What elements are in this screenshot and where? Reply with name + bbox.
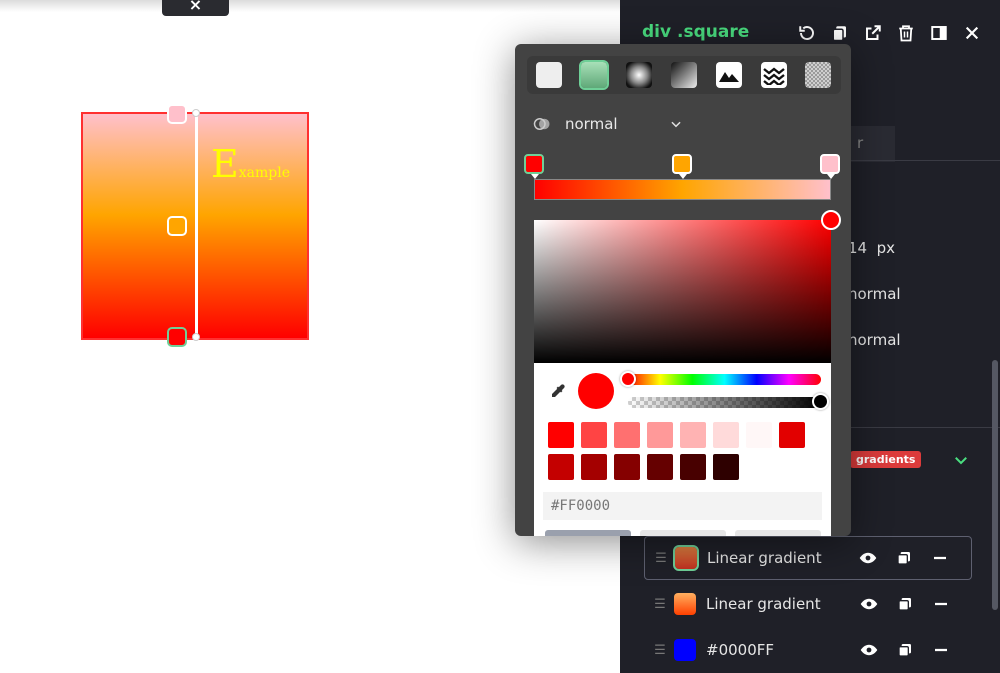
noise-fill-icon[interactable] xyxy=(805,62,832,88)
layer-swatch[interactable] xyxy=(674,593,696,615)
conic-gradient-icon[interactable] xyxy=(670,62,697,88)
hue-slider[interactable] xyxy=(628,374,821,385)
linear-gradient-icon[interactable] xyxy=(579,60,610,90)
layer-swatch[interactable] xyxy=(673,545,699,571)
preset-swatch[interactable] xyxy=(713,422,739,448)
saturation-value-area[interactable] xyxy=(534,220,831,363)
drag-handle-icon[interactable]: ☰ xyxy=(648,597,672,612)
canvas-stop-handle-orange[interactable] xyxy=(167,216,187,236)
layer-actions xyxy=(859,549,949,567)
duplicate-icon[interactable] xyxy=(895,549,913,567)
font-size-value[interactable]: 14 px xyxy=(848,239,895,257)
layer-row[interactable]: ☰ Linear gradient xyxy=(644,582,972,626)
undo-icon[interactable] xyxy=(796,22,817,43)
radial-gradient-icon[interactable] xyxy=(626,62,653,88)
saturation-value-handle[interactable] xyxy=(821,210,841,230)
picker-mode-button-3[interactable] xyxy=(735,530,821,536)
remove-icon[interactable] xyxy=(932,641,950,659)
gradients-badge: gradients xyxy=(850,451,922,468)
property-value-normal-1[interactable]: normal xyxy=(848,285,901,303)
alpha-slider[interactable] xyxy=(628,397,821,408)
preset-swatch[interactable] xyxy=(581,422,607,448)
pattern-fill-icon[interactable] xyxy=(760,62,787,88)
trash-icon[interactable] xyxy=(895,22,916,43)
gradient-line-end-dot[interactable] xyxy=(192,333,200,341)
chevron-down-icon[interactable] xyxy=(669,117,683,131)
panel-layout-icon[interactable] xyxy=(928,22,949,43)
gradient-line-start-dot[interactable] xyxy=(192,109,200,117)
eye-icon[interactable] xyxy=(860,641,878,659)
picker-mode-button-2[interactable] xyxy=(640,530,726,536)
drag-handle-icon[interactable]: ☰ xyxy=(648,643,672,658)
close-editor-tab[interactable]: × xyxy=(162,0,229,16)
layer-row[interactable]: ☰ #0000FF xyxy=(644,628,972,672)
panel-scrollbar[interactable] xyxy=(992,360,998,610)
blend-mode-value[interactable]: normal xyxy=(565,115,669,133)
gradient-stop-orange[interactable] xyxy=(672,154,692,179)
preset-swatch[interactable] xyxy=(647,422,673,448)
example-text: Example xyxy=(211,142,290,186)
hue-slider-handle[interactable] xyxy=(620,371,636,387)
preset-swatch[interactable] xyxy=(614,454,640,480)
property-value-normal-2[interactable]: normal xyxy=(848,331,901,349)
preset-swatch[interactable] xyxy=(680,422,706,448)
close-panel-icon[interactable] xyxy=(961,22,982,43)
layer-row[interactable]: ☰ Linear gradient xyxy=(644,536,972,580)
preset-swatch[interactable] xyxy=(779,422,805,448)
current-color-preview xyxy=(578,373,614,409)
example-text-big: E xyxy=(211,142,239,186)
copy-icon[interactable] xyxy=(829,22,850,43)
remove-icon[interactable] xyxy=(931,549,949,567)
example-text-small: xample xyxy=(238,165,290,181)
duplicate-icon[interactable] xyxy=(896,641,914,659)
external-link-icon[interactable] xyxy=(862,22,883,43)
preset-swatch[interactable] xyxy=(581,454,607,480)
layer-swatch[interactable] xyxy=(674,639,696,661)
layer-actions xyxy=(860,641,950,659)
picker-mode-button-1[interactable] xyxy=(545,530,631,536)
gradient-preview-bar[interactable] xyxy=(534,179,831,200)
layer-label[interactable]: Linear gradient xyxy=(707,549,859,567)
preset-swatches xyxy=(548,422,808,480)
preset-swatch[interactable] xyxy=(680,454,706,480)
preset-swatch[interactable] xyxy=(746,422,772,448)
gradient-stop-red[interactable] xyxy=(524,154,544,179)
preset-swatch[interactable] xyxy=(548,422,574,448)
color-picker-popup: normal xyxy=(515,44,851,536)
remove-icon[interactable] xyxy=(932,595,950,613)
layer-label[interactable]: #0000FF xyxy=(706,641,860,659)
duplicate-icon[interactable] xyxy=(896,595,914,613)
chevron-down-icon[interactable] xyxy=(952,451,970,473)
panel-tab-partial[interactable]: r xyxy=(845,126,895,162)
preset-swatch[interactable] xyxy=(614,422,640,448)
gradient-stop-pink[interactable] xyxy=(820,154,840,179)
blend-mode-icon xyxy=(533,118,550,130)
preset-swatch[interactable] xyxy=(647,454,673,480)
canvas-top-shadow xyxy=(0,0,620,12)
layer-label[interactable]: Linear gradient xyxy=(706,595,860,613)
canvas-stop-handle-pink[interactable] xyxy=(167,104,187,124)
image-fill-icon[interactable] xyxy=(715,62,742,88)
canvas-stop-handle-red[interactable] xyxy=(167,327,187,347)
alpha-slider-handle[interactable] xyxy=(812,393,829,410)
eye-icon[interactable] xyxy=(859,549,877,567)
fill-type-selector xyxy=(527,56,841,94)
eyedropper-icon[interactable] xyxy=(549,382,567,404)
drag-handle-icon[interactable]: ☰ xyxy=(649,551,673,566)
panel-toolbar xyxy=(796,22,982,43)
layer-actions xyxy=(860,595,950,613)
blend-mode-select[interactable]: normal xyxy=(533,112,683,136)
eye-icon[interactable] xyxy=(860,595,878,613)
close-icon[interactable]: × xyxy=(189,0,202,13)
font-size-unit: px xyxy=(876,239,896,257)
selected-element-title: div .square xyxy=(642,22,750,42)
solid-fill-icon[interactable] xyxy=(536,62,563,88)
gradient-direction-line[interactable] xyxy=(195,113,198,339)
hex-color-input[interactable] xyxy=(543,492,822,520)
preset-swatch[interactable] xyxy=(713,454,739,480)
preset-swatch[interactable] xyxy=(548,454,574,480)
